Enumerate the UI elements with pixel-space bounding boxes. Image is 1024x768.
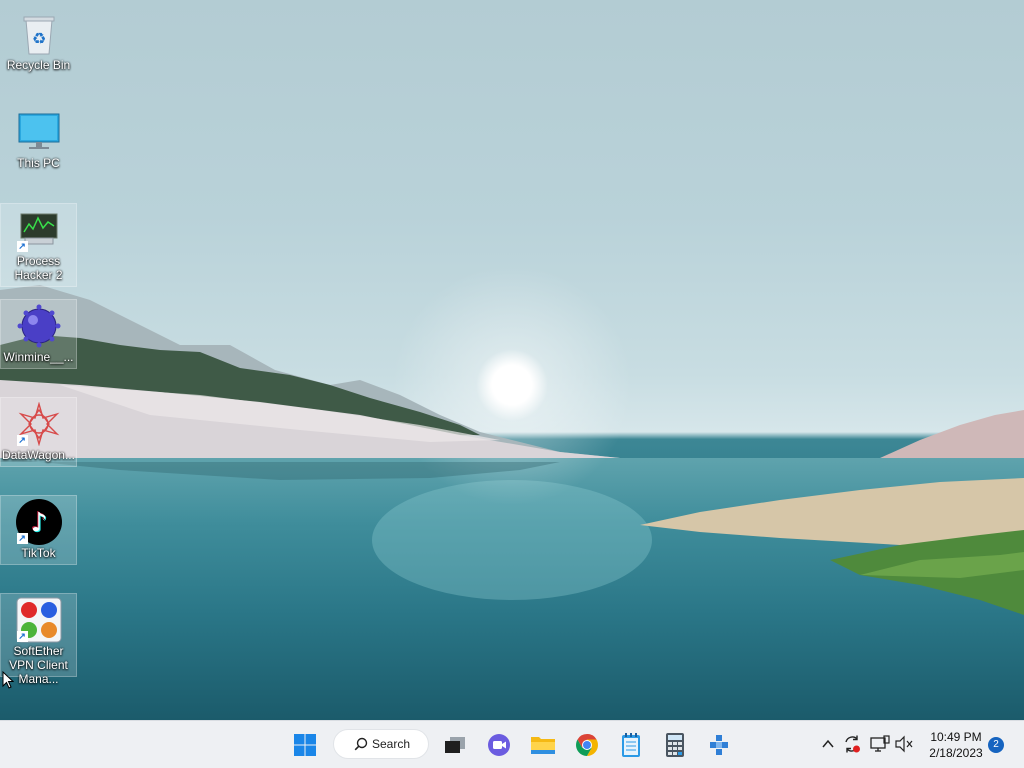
network-icon	[870, 735, 890, 752]
taskbar: Search 10:49 PM 2/18/2023 2	[0, 720, 1024, 768]
volume-muted-icon	[895, 735, 913, 753]
process-hacker-icon: ↗	[15, 208, 63, 252]
icon-label: DataWagon...	[2, 448, 75, 462]
search-icon	[354, 737, 368, 751]
recycle-bin-icon: ♻	[15, 12, 63, 56]
task-view-button[interactable]	[437, 727, 473, 763]
softether-icon: ↗	[15, 597, 63, 643]
shortcut-arrow-icon: ↗	[16, 241, 28, 252]
mine-icon	[15, 304, 63, 348]
icon-label: This PC	[17, 156, 60, 170]
clock-time: 10:49 PM	[930, 730, 982, 744]
start-button[interactable]	[287, 727, 323, 763]
mouse-cursor-icon	[2, 671, 14, 689]
chat-icon	[488, 734, 510, 756]
shortcut-arrow-icon: ↗	[16, 533, 28, 544]
sync-status-button[interactable]	[841, 733, 863, 755]
notepad-button[interactable]	[613, 727, 649, 763]
chat-button[interactable]	[481, 727, 517, 763]
wallpaper-landscape	[0, 265, 1024, 720]
clock-button[interactable]: 10:49 PM 2/18/2023	[920, 729, 992, 761]
icon-label: Recycle Bin	[6, 58, 71, 72]
app-icon	[710, 735, 728, 755]
volume-button[interactable]	[893, 733, 915, 755]
svg-text:♻: ♻	[31, 29, 45, 48]
sync-icon	[845, 735, 860, 753]
icon-label: Process Hacker 2	[14, 254, 63, 282]
notepad-icon	[622, 733, 640, 757]
desktop: ♻ Recycle Bin This PC ↗ Process Hacker 2	[0, 0, 1024, 720]
notification-badge[interactable]: 2	[988, 737, 1004, 753]
chrome-icon	[576, 734, 598, 756]
monitor-icon	[15, 110, 63, 154]
start-icon	[294, 734, 316, 756]
desktop-icon-this-pc[interactable]: This PC	[0, 106, 77, 176]
shortcut-arrow-icon: ↗	[16, 631, 28, 642]
desktop-icon-softether-vpn[interactable]: ↗ SoftEther VPN Client Mana...	[0, 593, 77, 686]
desktop-icon-process-hacker[interactable]: ↗ Process Hacker 2	[0, 203, 77, 287]
network-button[interactable]	[869, 733, 891, 755]
search-button[interactable]: Search	[333, 729, 429, 759]
file-explorer-icon	[531, 737, 555, 754]
shortcut-arrow-icon: ↗	[16, 435, 28, 446]
chevron-up-icon	[822, 739, 834, 748]
icon-label: Winmine__...	[3, 350, 74, 364]
search-label: Search	[372, 737, 411, 751]
svg-text:♪: ♪	[30, 508, 47, 538]
desktop-icon-datawagon[interactable]: ↗ DataWagon...	[0, 397, 77, 467]
desktop-icon-recycle-bin[interactable]: ♻ Recycle Bin	[0, 8, 77, 78]
datawagon-icon: ↗	[15, 402, 63, 446]
desktop-icon-winmine[interactable]: Winmine__...	[0, 299, 77, 369]
task-view-icon	[445, 737, 465, 753]
app-button[interactable]	[701, 727, 737, 763]
calculator-icon	[666, 733, 684, 757]
file-explorer-button[interactable]	[525, 727, 561, 763]
desktop-icon-tiktok[interactable]: ♪ ♪ ♪ ↗ TikTok	[0, 495, 77, 565]
show-hidden-icons-button[interactable]	[817, 733, 839, 755]
chrome-button[interactable]	[569, 727, 605, 763]
calculator-button[interactable]	[657, 727, 693, 763]
clock-date: 2/18/2023	[929, 746, 983, 760]
icon-label: TikTok	[21, 546, 56, 560]
tiktok-icon: ♪ ♪ ♪ ↗	[15, 499, 63, 545]
